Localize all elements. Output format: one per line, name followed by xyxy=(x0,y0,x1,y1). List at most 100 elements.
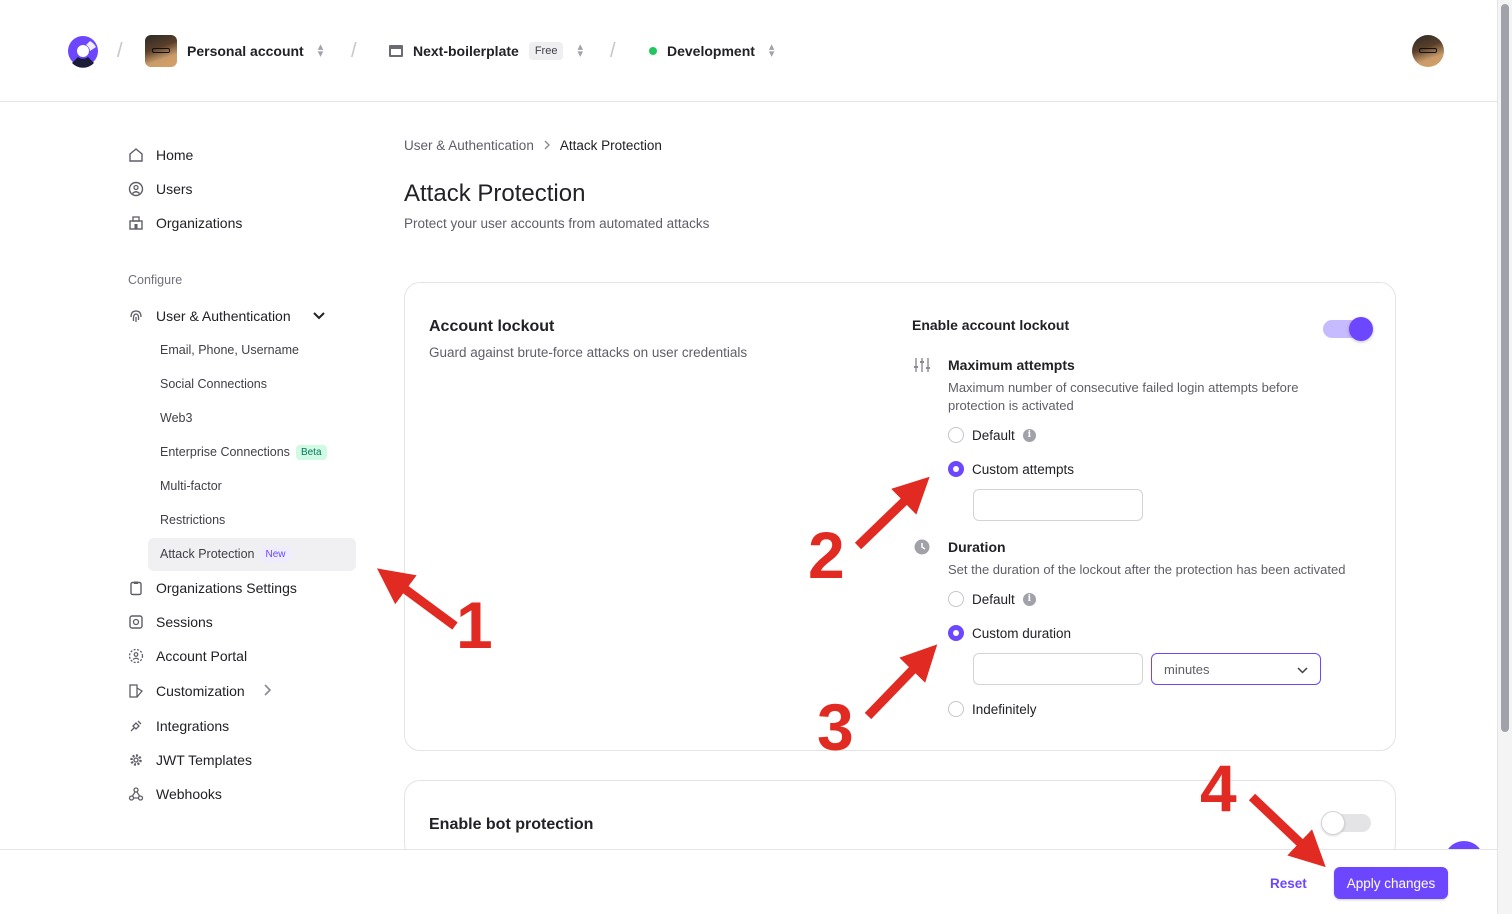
chevron-updown-icon: ▴ ▾ xyxy=(577,41,583,60)
webhook-icon xyxy=(128,786,144,802)
sidebar-item-label: Organizations xyxy=(156,215,243,231)
user-circle-icon xyxy=(128,181,144,197)
user-avatar[interactable] xyxy=(1412,35,1444,67)
enable-lockout-toggle[interactable] xyxy=(1323,317,1373,341)
sidebar-item-label: Sessions xyxy=(156,614,213,630)
duration-title: Duration xyxy=(948,539,1006,555)
sidebar-item-sessions[interactable]: Sessions xyxy=(128,611,213,633)
custom-attempts-input[interactable] xyxy=(973,489,1143,521)
building-icon xyxy=(128,215,144,231)
annotation-number-4: 4 xyxy=(1200,751,1237,825)
sidebar-subitem-multi-factor[interactable]: Multi-factor xyxy=(160,476,222,496)
project-switcher[interactable]: Next-boilerplate Free ▴ ▾ xyxy=(389,34,583,68)
top-bar: / Personal account ▴ ▾ / Next-boilerplate… xyxy=(0,0,1497,102)
separator: / xyxy=(117,40,123,62)
breadcrumb-parent[interactable]: User & Authentication xyxy=(404,138,534,153)
max-attempts-desc: Maximum number of consecutive failed log… xyxy=(948,380,1299,413)
duration-unit-select[interactable]: minutes xyxy=(1151,653,1321,685)
sidebar-subitem-label: Social Connections xyxy=(160,377,268,391)
radio-button[interactable] xyxy=(948,701,964,717)
sliders-icon xyxy=(914,358,930,372)
sidebar-item-organizations-settings[interactable]: Organizations Settings xyxy=(128,577,297,599)
sidebar-subitem-label: Web3 xyxy=(160,411,193,425)
sidebar-item-home[interactable]: Home xyxy=(128,144,193,166)
bot-protection-toggle[interactable] xyxy=(1321,811,1371,835)
duration-desc: Set the duration of the lockout after th… xyxy=(948,562,1346,577)
sidebar-item-label: Customization xyxy=(156,683,245,699)
sidebar-subitem-web3[interactable]: Web3 xyxy=(160,408,192,428)
page-scrollbar[interactable] xyxy=(1497,0,1512,914)
sidebar-subitem-email-phone-username[interactable]: Email, Phone, Username xyxy=(160,340,299,360)
account-lockout-subtitle: Guard against brute-force attacks on use… xyxy=(429,345,748,360)
sidebar-item-label: Webhooks xyxy=(156,786,222,802)
radio-button[interactable] xyxy=(948,625,964,641)
sessions-icon xyxy=(128,614,144,630)
portal-icon xyxy=(128,648,144,664)
sidebar-subitem-attack-protection[interactable]: Attack Protection New xyxy=(160,544,291,564)
fingerprint-icon xyxy=(128,308,144,324)
bot-protection-card: Enable bot protection xyxy=(404,780,1396,860)
sidebar-item-users[interactable]: Users xyxy=(128,178,193,200)
max-attempts-custom-radio[interactable]: Custom attempts xyxy=(948,461,1074,477)
sidebar-item-label: Integrations xyxy=(156,718,230,734)
max-attempts-title: Maximum attempts xyxy=(948,357,1075,373)
new-badge: New xyxy=(260,546,291,562)
duration-custom-radio[interactable]: Custom duration xyxy=(948,625,1071,641)
chevron-right-icon xyxy=(263,683,271,699)
sidebar-item-customization[interactable]: Customization xyxy=(128,680,271,702)
radio-label: Custom duration xyxy=(972,625,1072,641)
info-icon[interactable]: i xyxy=(1022,428,1036,442)
sidebar-item-label: JWT Templates xyxy=(156,752,252,768)
radio-label: Custom attempts xyxy=(972,461,1075,477)
clipboard-icon xyxy=(128,580,144,596)
account-lockout-title: Account lockout xyxy=(429,318,555,335)
breadcrumb-current: Attack Protection xyxy=(559,138,662,153)
sidebar-subitem-social-connections[interactable]: Social Connections xyxy=(160,374,267,394)
custom-duration-input[interactable] xyxy=(973,653,1143,685)
duration-default-radio[interactable]: Default i xyxy=(948,591,1036,607)
project-label: Next-boilerplate xyxy=(413,43,519,59)
clerk-logo[interactable] xyxy=(66,33,100,69)
info-icon[interactable]: i xyxy=(1022,592,1036,606)
duration-indefinitely-radio[interactable]: Indefinitely xyxy=(948,701,1037,717)
brush-icon xyxy=(128,683,144,699)
radio-button[interactable] xyxy=(948,427,964,443)
apply-changes-button[interactable]: Apply changes xyxy=(1334,867,1448,899)
environment-label: Development xyxy=(667,43,755,59)
account-lockout-card: Account lockout Guard against brute-forc… xyxy=(404,282,1396,751)
section-label-configure: Configure xyxy=(128,273,183,287)
scrollbar-thumb[interactable] xyxy=(1501,4,1509,732)
sidebar-item-jwt-templates[interactable]: JWT Templates xyxy=(128,749,252,771)
account-switcher[interactable]: Personal account ▴ ▾ xyxy=(145,34,323,68)
reset-button[interactable]: Reset xyxy=(1262,867,1315,899)
sidebar-subitem-restrictions[interactable]: Restrictions xyxy=(160,510,225,530)
radio-label: Default xyxy=(972,591,1015,607)
sidebar-item-label: Home xyxy=(156,147,194,163)
annotation-number-1: 1 xyxy=(456,588,493,662)
sidebar-subitem-label: Restrictions xyxy=(160,513,226,527)
max-attempts-default-radio[interactable]: Default i xyxy=(948,427,1036,443)
chevron-updown-icon: ▴ ▾ xyxy=(317,41,324,60)
account-avatar xyxy=(145,35,177,67)
environment-switcher[interactable]: Development ▴ ▾ xyxy=(649,34,774,68)
page-subtitle: Protect your user accounts from automate… xyxy=(404,216,710,231)
sidebar-item-label: User & Authentication xyxy=(156,308,291,324)
sidebar-item-account-portal[interactable]: Account Portal xyxy=(128,645,247,667)
radio-button[interactable] xyxy=(948,591,964,607)
sidebar-item-label: Account Portal xyxy=(156,648,248,664)
annotation-number-2: 2 xyxy=(808,518,845,592)
separator: / xyxy=(610,40,616,62)
sidebar-item-webhooks[interactable]: Webhooks xyxy=(128,783,222,805)
sidebar-subitem-label: Multi-factor xyxy=(160,479,222,493)
separator: / xyxy=(351,40,357,62)
environment-status-dot xyxy=(649,47,657,55)
radio-label: Indefinitely xyxy=(972,701,1037,717)
sidebar-item-user-authentication[interactable]: User & Authentication xyxy=(128,305,325,327)
radio-label: Default xyxy=(972,427,1015,443)
radio-button[interactable] xyxy=(948,461,964,477)
sidebar-subitem-enterprise-connections[interactable]: Enterprise Connections Beta xyxy=(160,442,327,462)
sidebar-item-organizations[interactable]: Organizations xyxy=(128,212,242,234)
sidebar-item-integrations[interactable]: Integrations xyxy=(128,715,229,737)
home-icon xyxy=(128,147,144,163)
project-icon xyxy=(389,45,403,57)
